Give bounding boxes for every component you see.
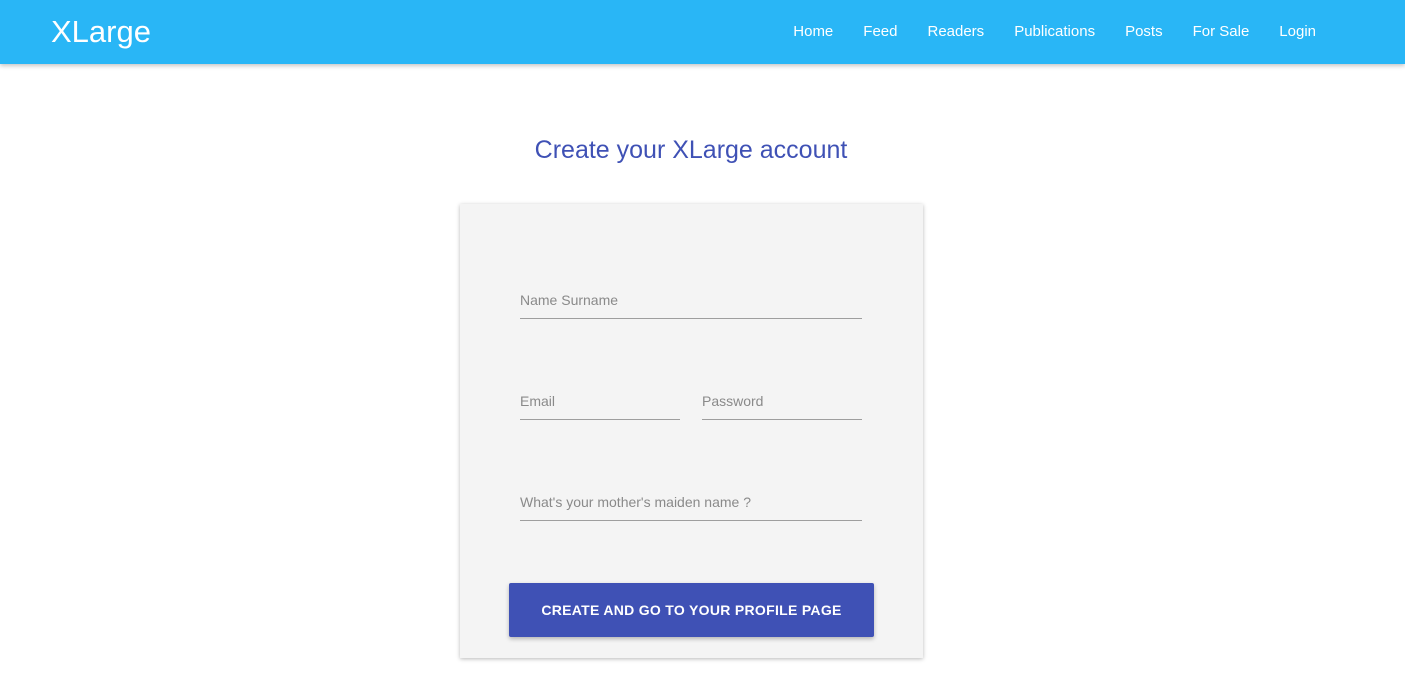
site-logo[interactable]: XLarge: [51, 13, 151, 51]
password-field: [702, 385, 862, 420]
nav-link-posts[interactable]: Posts: [1110, 0, 1178, 64]
top-navbar: XLarge Home Feed Readers Publications Po…: [0, 0, 1405, 64]
security-question-input[interactable]: [520, 486, 862, 518]
nav-link-readers[interactable]: Readers: [912, 0, 999, 64]
main-nav: Home Feed Readers Publications Posts For…: [778, 0, 1331, 64]
nav-link-feed[interactable]: Feed: [848, 0, 912, 64]
nav-link-home[interactable]: Home: [778, 0, 848, 64]
name-input[interactable]: [520, 284, 862, 316]
name-field: [520, 284, 862, 319]
signup-form-card: CREATE AND GO TO YOUR PROFILE PAGE: [460, 204, 923, 658]
email-input[interactable]: [520, 385, 680, 417]
email-field: [520, 385, 680, 420]
page-title: Create your XLarge account: [534, 136, 848, 164]
nav-link-publications[interactable]: Publications: [999, 0, 1110, 64]
nav-link-for-sale[interactable]: For Sale: [1178, 0, 1265, 64]
nav-link-login[interactable]: Login: [1264, 0, 1331, 64]
create-account-button[interactable]: CREATE AND GO TO YOUR PROFILE PAGE: [509, 583, 874, 637]
security-question-field: [520, 486, 862, 521]
password-input[interactable]: [702, 385, 862, 417]
